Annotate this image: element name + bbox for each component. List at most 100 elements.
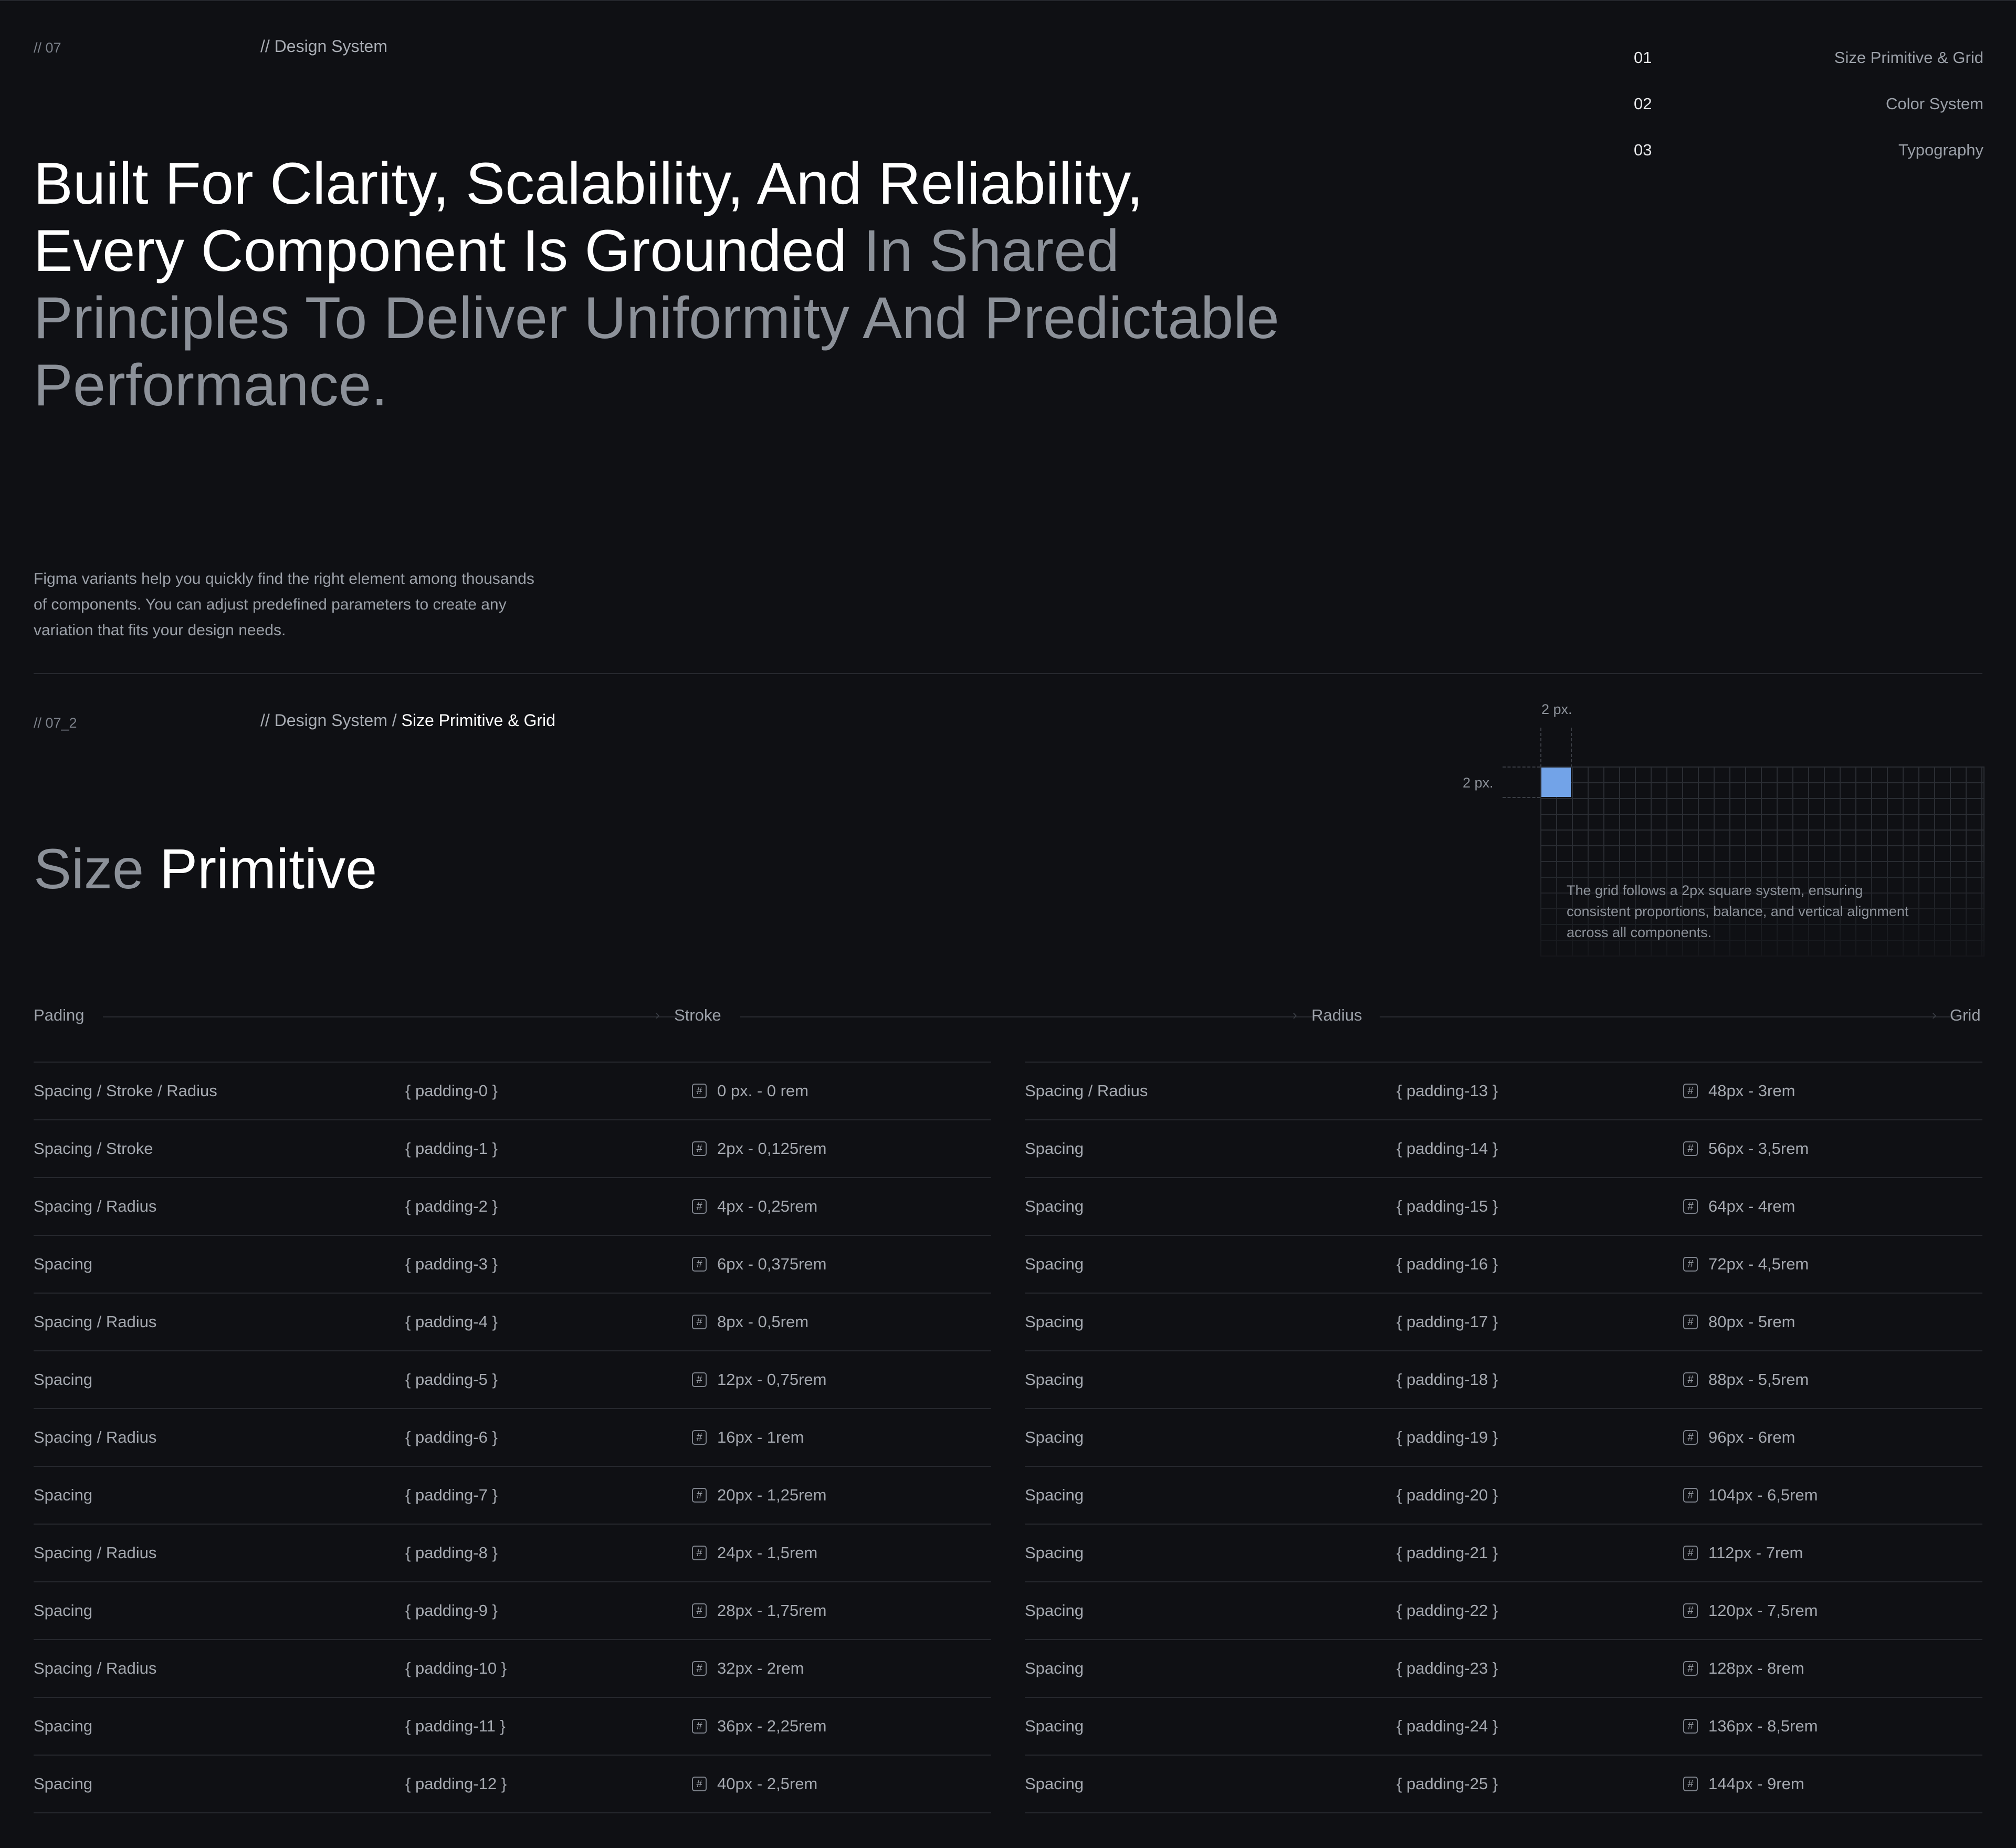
toc-item-typography[interactable]: 03 Typography (1634, 127, 1983, 173)
token-cell: { padding-2 } (405, 1197, 498, 1215)
arrow-right-icon: › (655, 1007, 660, 1023)
usage-cell: Spacing (34, 1370, 93, 1389)
value-cell: #2px - 0,125rem (692, 1139, 827, 1158)
usage-cell: Spacing / Radius (34, 1544, 157, 1562)
grid-unit-square (1541, 768, 1571, 797)
usage-cell: Spacing (1025, 1255, 1084, 1273)
value-text: 4px - 0,25rem (717, 1197, 818, 1215)
usage-cell: Spacing / Stroke (34, 1139, 153, 1158)
table-row: Spacing / Radius { padding-4 } #8px - 0,5r… (34, 1293, 991, 1350)
token-cell: { padding-6 } (405, 1428, 498, 1446)
measure-guide (1571, 728, 1572, 768)
usage-cell: Spacing (34, 1255, 93, 1273)
hash-icon: # (1683, 1661, 1698, 1676)
flow-label-stroke: Stroke (674, 1006, 721, 1024)
table-row: Spacing { padding-20 } #104px - 6,5rem (1025, 1466, 1982, 1524)
value-text: 0 px. - 0 rem (717, 1082, 808, 1100)
section-title-bright: Primitive (160, 837, 377, 900)
value-cell: #36px - 2,25rem (692, 1717, 827, 1736)
value-cell: #28px - 1,75rem (692, 1601, 827, 1620)
usage-cell: Spacing (1025, 1544, 1084, 1562)
token-table-right: Spacing / Radius { padding-13 } #48px - 3r… (1025, 1062, 1982, 1813)
value-text: 72px - 4,5rem (1708, 1255, 1809, 1273)
hash-icon: # (1683, 1372, 1698, 1387)
value-cell: #80px - 5rem (1683, 1312, 1795, 1331)
token-cell: { padding-11 } (405, 1717, 506, 1735)
token-cell: { padding-16 } (1396, 1255, 1498, 1273)
section-title: Size Primitive (34, 836, 377, 901)
value-text: 80px - 5rem (1708, 1312, 1796, 1331)
hash-icon: # (1683, 1488, 1698, 1503)
table-row: Spacing { padding-12 } #40px - 2,5rem (34, 1755, 991, 1813)
hash-icon: # (692, 1777, 707, 1791)
grid-note: The grid follows a 2px square system, en… (1567, 883, 1909, 940)
hash-icon: # (1683, 1777, 1698, 1791)
value-cell: #72px - 4,5rem (1683, 1255, 1809, 1274)
usage-cell: Spacing (34, 1601, 93, 1620)
flow-bar: Pading › Stroke › Radius › Grid (34, 1006, 1982, 1027)
hash-icon: # (1683, 1546, 1698, 1560)
value-cell: #20px - 1,25rem (692, 1486, 827, 1505)
hash-icon: # (692, 1488, 707, 1503)
usage-cell: Spacing (1025, 1659, 1084, 1677)
arrow-right-icon: › (1293, 1007, 1297, 1023)
table-row: Spacing { padding-23 } #128px - 8rem (1025, 1639, 1982, 1697)
measure-guide (1540, 728, 1541, 768)
measure-guide (1503, 797, 1540, 798)
toc-number: 02 (1634, 94, 1652, 113)
flow-label-radius: Radius (1311, 1006, 1362, 1024)
value-text: 28px - 1,75rem (717, 1601, 827, 1620)
value-cell: #24px - 1,5rem (692, 1544, 817, 1562)
value-text: 104px - 6,5rem (1708, 1486, 1818, 1504)
value-text: 112px - 7rem (1708, 1544, 1803, 1562)
table-row: Spacing { padding-22 } #120px - 7,5rem (1025, 1581, 1982, 1639)
arrow-right-icon: › (1932, 1007, 1937, 1023)
usage-cell: Spacing / Radius (1025, 1082, 1148, 1100)
usage-cell: Spacing (34, 1774, 93, 1793)
flow-line (1380, 1016, 1965, 1017)
value-cell: #136px - 8,5rem (1683, 1717, 1818, 1736)
hash-icon: # (1683, 1199, 1698, 1214)
usage-cell: Spacing / Stroke / Radius (34, 1082, 217, 1100)
table-row: Spacing { padding-19 } #96px - 6rem (1025, 1408, 1982, 1466)
toc-number: 01 (1634, 48, 1652, 67)
token-cell: { padding-17 } (1396, 1312, 1498, 1331)
breadcrumb-parent[interactable]: // Design System / (260, 711, 397, 730)
table-of-contents: 01 Size Primitive & Grid 02 Color System… (1634, 35, 1983, 173)
value-text: 136px - 8,5rem (1708, 1717, 1818, 1735)
usage-cell: Spacing / Radius (34, 1312, 157, 1331)
toc-item-color-system[interactable]: 02 Color System (1634, 81, 1983, 127)
token-cell: { padding-13 } (1396, 1082, 1498, 1100)
toc-item-size-primitive[interactable]: 01 Size Primitive & Grid (1634, 35, 1983, 81)
value-text: 24px - 1,5rem (717, 1544, 818, 1562)
value-text: 32px - 2rem (717, 1659, 804, 1677)
table-row: Spacing { padding-7 } #20px - 1,25rem (34, 1466, 991, 1524)
table-row: Spacing / Radius { padding-10 } #32px - 2r… (34, 1639, 991, 1697)
token-cell: { padding-9 } (405, 1601, 498, 1620)
token-cell: { padding-5 } (405, 1370, 498, 1389)
hash-icon: # (692, 1199, 707, 1214)
table-row: Spacing / Radius { padding-8 } #24px - 1,5… (34, 1524, 991, 1581)
section-code: // 07 (34, 40, 61, 56)
value-cell: #12px - 0,75rem (692, 1370, 827, 1389)
value-cell: #8px - 0,5rem (692, 1312, 808, 1331)
value-cell: #120px - 7,5rem (1683, 1601, 1818, 1620)
usage-cell: Spacing (34, 1717, 93, 1735)
token-cell: { padding-23 } (1396, 1659, 1498, 1677)
table-row: Spacing / Stroke / Radius { padding-0 } #0… (34, 1062, 991, 1119)
hash-icon: # (692, 1661, 707, 1676)
table-row: Spacing { padding-24 } #136px - 8,5rem (1025, 1697, 1982, 1755)
table-row: Spacing / Stroke { padding-1 } #2px - 0,12… (34, 1119, 991, 1177)
hash-icon: # (1683, 1084, 1698, 1098)
usage-cell: Spacing (1025, 1601, 1084, 1620)
value-text: 96px - 6rem (1708, 1428, 1796, 1446)
usage-cell: Spacing (1025, 1312, 1084, 1331)
table-row: Spacing { padding-17 } #80px - 5rem (1025, 1293, 1982, 1350)
token-cell: { padding-4 } (405, 1312, 498, 1331)
flow-label-grid: Grid (1950, 1006, 1981, 1024)
value-text: 36px - 2,25rem (717, 1717, 827, 1735)
value-text: 20px - 1,25rem (717, 1486, 827, 1504)
value-text: 40px - 2,5rem (717, 1774, 818, 1793)
breadcrumb: // Design System / Size Primitive & Grid (260, 711, 555, 730)
value-cell: #32px - 2rem (692, 1659, 804, 1678)
